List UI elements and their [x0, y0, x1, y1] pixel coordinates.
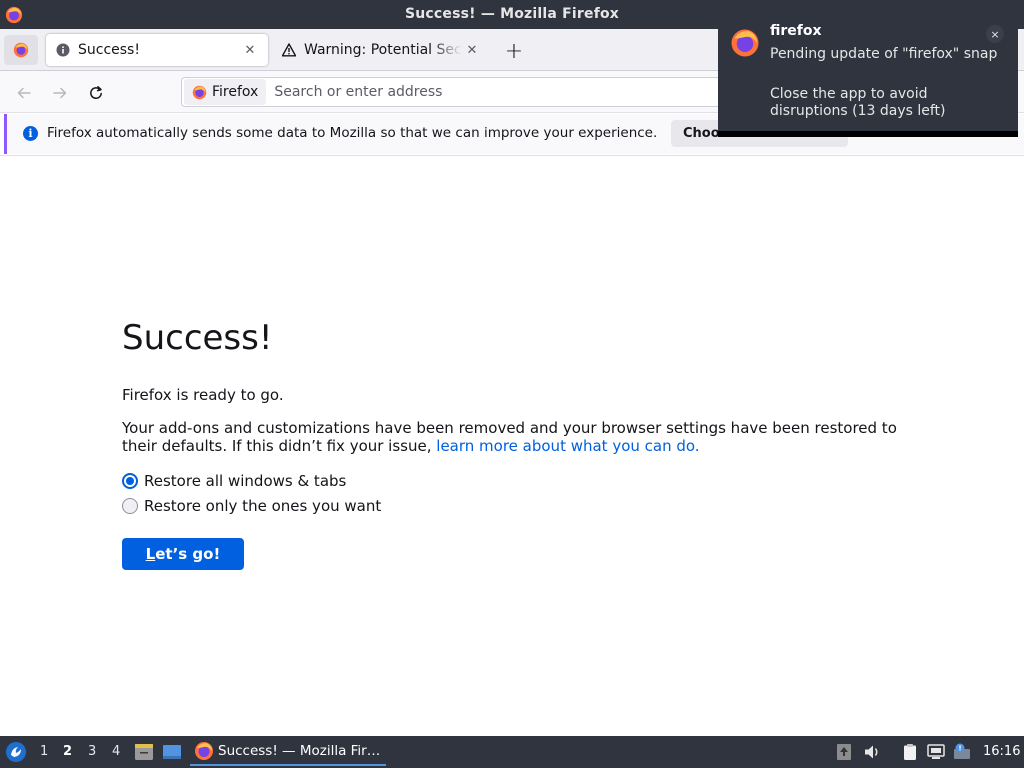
task-label: Success! — Mozilla Fir…	[218, 743, 381, 759]
identity-button[interactable]: Firefox	[184, 79, 267, 105]
reload-button[interactable]	[83, 80, 109, 106]
description-text: Your add-ons and customizations have bee…	[122, 419, 912, 455]
workspace-3[interactable]: 3	[88, 744, 96, 759]
tab-label: Success!	[78, 42, 140, 58]
start-menu-icon[interactable]	[5, 741, 27, 763]
workspace-1[interactable]: 1	[40, 744, 48, 759]
tab-warning[interactable]: Warning: Potential Security Risk Ahead ✕	[272, 34, 490, 66]
radio-button[interactable]	[122, 498, 138, 514]
close-tab-icon[interactable]: ✕	[240, 40, 260, 60]
notification-monitor-icon[interactable]	[953, 743, 971, 761]
taskbar-firefox-window[interactable]: Success! — Mozilla Fir…	[190, 738, 386, 766]
button-accesskey: L	[145, 545, 156, 563]
tab-label: Warning: Potential Security Risk Ahead	[304, 42, 462, 58]
content-divider	[0, 155, 1024, 156]
forward-button[interactable]	[47, 80, 73, 106]
network-icon[interactable]	[927, 743, 945, 761]
clipboard-icon[interactable]	[901, 743, 919, 761]
lets-go-button[interactable]: Let’s go!	[122, 538, 244, 570]
option-label: Restore only the ones you want	[144, 497, 382, 515]
close-icon[interactable]: ×	[986, 25, 1004, 43]
intro-text: Firefox is ready to go.	[122, 386, 284, 404]
address-bar[interactable]: Firefox	[181, 77, 741, 107]
info-icon: i	[23, 126, 38, 141]
file-manager-icon[interactable]	[134, 743, 154, 761]
restore-some-option[interactable]: Restore only the ones you want	[122, 497, 381, 515]
learn-more-link[interactable]: learn more about what you can do.	[436, 437, 699, 455]
snap-update-notification[interactable]: firefox Pending update of "firefox" snap…	[718, 6, 1018, 137]
notification-title: firefox	[770, 23, 822, 39]
firefox-icon	[731, 29, 759, 57]
identity-label: Firefox	[212, 84, 259, 100]
new-tab-button[interactable]: +	[502, 39, 526, 64]
close-tab-icon[interactable]: ✕	[462, 40, 482, 60]
notification-message: Pending update of "firefox" snap	[770, 46, 998, 62]
notification-detail: Close the app to avoid disruptions (13 d…	[770, 86, 946, 119]
notification-text: Firefox automatically sends some data to…	[47, 125, 658, 141]
page-title: Success!	[122, 318, 273, 358]
restore-all-option[interactable]: Restore all windows & tabs	[122, 472, 346, 490]
arrow-right-icon	[53, 87, 67, 99]
button-label: et’s go!	[155, 545, 221, 563]
option-label: Restore all windows & tabs	[144, 472, 347, 490]
volume-icon[interactable]	[863, 743, 881, 761]
reload-icon	[90, 86, 102, 100]
back-button[interactable]	[11, 80, 37, 106]
firefox-view-button[interactable]	[4, 35, 38, 65]
workspace-4[interactable]: 4	[112, 744, 120, 759]
show-desktop-icon[interactable]	[162, 743, 182, 761]
clock: 16:16	[983, 744, 1021, 759]
firefox-icon	[195, 742, 213, 760]
arrow-left-icon	[17, 87, 31, 99]
firefox-icon	[13, 42, 29, 58]
workspace-2[interactable]: 2	[63, 744, 72, 759]
taskbar: 1 2 3 4 Success! — Mozilla Fir… 16:16	[0, 736, 1024, 768]
radio-button-checked[interactable]	[122, 473, 138, 489]
warning-icon	[282, 43, 296, 57]
url-input[interactable]	[274, 84, 675, 100]
update-notifier-icon[interactable]	[835, 743, 853, 761]
info-icon	[56, 43, 70, 57]
firefox-icon	[192, 85, 207, 99]
tab-success[interactable]: Success! ✕	[46, 34, 268, 66]
